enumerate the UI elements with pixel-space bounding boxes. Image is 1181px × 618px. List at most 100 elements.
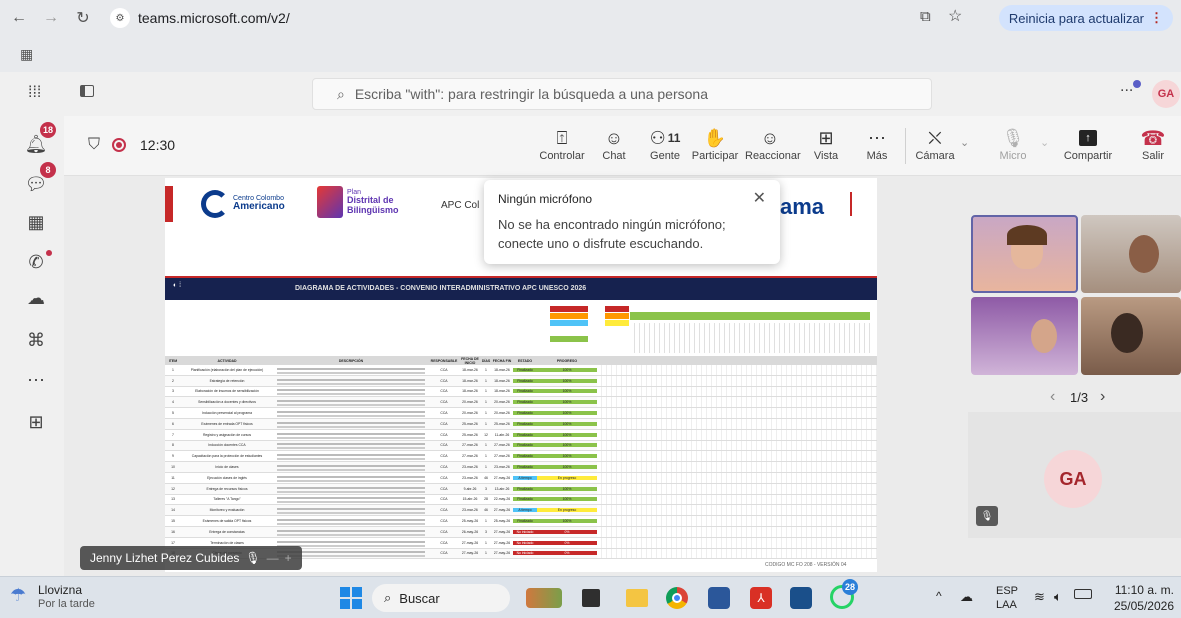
app-launcher-icon[interactable]: ⁞⁞⁞ [28, 84, 41, 102]
address-bar[interactable]: ⚙ teams.microsoft.com/v2/ [110, 5, 290, 31]
recording-icon [112, 138, 126, 152]
table-row: 4 Sensibilización a docentes y directivos… [165, 397, 877, 409]
tray-chevron-icon[interactable]: ^ [936, 589, 942, 603]
participant-video-tile[interactable] [1081, 297, 1181, 375]
taskbar-search[interactable]: ⌕ Buscar [372, 584, 510, 612]
search-input[interactable]: ⌕ Escriba "with": para restringir la bús… [312, 78, 932, 110]
update-browser-button[interactable]: Reinicia para actualizar ⋮ [998, 5, 1173, 31]
view-button[interactable]: ⊞ Vista [801, 126, 851, 163]
table-cell-resp: CCA [440, 454, 448, 459]
table-cell-estado: Finalizado [513, 432, 537, 437]
add-apps-icon[interactable]: ⊞ [22, 408, 50, 436]
mic-off-icon: 🎙︎ [1001, 127, 1025, 148]
onedrive-icon[interactable]: ☁ [22, 284, 50, 312]
forward-icon[interactable]: → [38, 5, 64, 31]
mic-button[interactable]: 🎙︎ Micro [988, 126, 1038, 163]
task-view-icon[interactable] [582, 589, 600, 607]
lang-line1[interactable]: ESP [996, 585, 1018, 597]
minimize-icon[interactable]: — [267, 551, 279, 565]
table-cell-dias: 1 [485, 443, 487, 448]
page-prev-icon[interactable]: ‹ [1050, 388, 1055, 406]
table-cell-act: Ejecución clases de inglés [207, 475, 247, 480]
copilot-icon[interactable]: ⌘ [22, 326, 50, 354]
lang-line2[interactable]: LAA [996, 599, 1017, 611]
table-cell-prog: 100% [537, 497, 597, 502]
chat-label: Chat [602, 150, 626, 162]
store-icon[interactable] [790, 587, 812, 609]
dialog-close-icon[interactable]: ✕ [753, 188, 766, 208]
participant-video-tile[interactable] [971, 215, 1078, 293]
page-next-icon[interactable]: › [1100, 388, 1105, 406]
participant-video-tile[interactable] [1081, 215, 1181, 293]
expand-icon[interactable]: + [285, 551, 292, 565]
more-button[interactable]: ⋯ Más [852, 126, 902, 163]
table-cell-resp: CCA [440, 411, 448, 416]
people-label: Gente [650, 150, 680, 162]
chat-button[interactable]: ☺ Chat [589, 126, 639, 163]
table-cell-ini: 25-mar-26 [462, 421, 478, 426]
clock-date[interactable]: 25/05/2026 [1108, 599, 1174, 613]
hang-up-icon: ☎ [1140, 127, 1166, 150]
more-options-icon[interactable]: ... [1120, 78, 1133, 96]
back-icon[interactable]: ← [6, 5, 32, 31]
file-explorer-icon[interactable] [626, 589, 648, 607]
table-row: 9 Capacitación para la protección de estu… [165, 451, 877, 463]
camera-options-chevron-icon[interactable]: ⌄ [960, 136, 969, 149]
table-header-cell: DESCRIPCIÓN [338, 358, 364, 363]
reload-icon[interactable]: ↻ [70, 5, 96, 31]
wifi-icon[interactable]: ≋ [1034, 589, 1045, 605]
table-cell-resp: CCA [440, 551, 448, 556]
table-cell-desc [273, 387, 429, 396]
table-row: 5 Inducción presencial al programa CCA 20-m… [165, 408, 877, 419]
control-button[interactable]: ⍐ Controlar [537, 126, 587, 163]
camera-button[interactable]: ⛌ Cámara [910, 126, 960, 163]
table-cell-desc [273, 528, 429, 536]
share-button[interactable]: ↑ Compartir [1060, 126, 1116, 162]
raise-hand-button[interactable]: ✋ Participar [690, 126, 740, 163]
share-icon: ↑ [1079, 130, 1097, 146]
apps-grid-icon[interactable]: ▦ [20, 46, 33, 63]
table-cell-dias: 1 [485, 454, 487, 459]
table-cell-item: 8 [172, 443, 174, 448]
acrobat-icon[interactable]: ⅄ [750, 587, 772, 609]
table-cell-act: Entrega de recursos físicos [206, 486, 248, 491]
people-button[interactable]: ⚇ 11 Gente [640, 126, 690, 163]
tray-app-icon[interactable]: ☁ [960, 589, 973, 605]
site-info-icon[interactable]: ⚙ [110, 8, 130, 28]
mic-options-chevron-icon[interactable]: ⌄ [1040, 136, 1049, 149]
table-cell-prog: 100% [537, 367, 597, 372]
people-icon: ⚇ [649, 127, 666, 148]
user-avatar[interactable]: GA [1152, 80, 1180, 108]
clock-time[interactable]: 11:10 a. m. [1108, 583, 1174, 597]
table-cell-ini: 18-mar-26 [462, 378, 478, 383]
gantt-bar-cell [597, 516, 877, 526]
table-cell-estado: Finalizado [513, 519, 537, 524]
table-header-cell: ESTADO [517, 358, 533, 363]
camera-off-icon: ⛌ [928, 127, 942, 148]
whatsapp-badge: 28 [842, 579, 859, 595]
more-apps-icon[interactable]: ⋯ [22, 366, 50, 394]
table-header-cell: ACTIVIDAD [217, 358, 237, 363]
table-cell-estado: Finalizado [513, 443, 537, 448]
table-cell-ini: 20-mar-26 [462, 411, 478, 416]
calendar-icon[interactable]: ▦ [22, 208, 50, 236]
volume-icon[interactable]: 🔈︎ [1054, 589, 1062, 605]
table-cell-fin: 23-mar-26 [494, 465, 510, 470]
cast-icon[interactable]: ⧉ [920, 8, 931, 25]
start-icon[interactable] [340, 587, 362, 609]
battery-icon[interactable] [1074, 589, 1092, 599]
chrome-icon[interactable] [666, 587, 688, 609]
shield-icon: ⛉ [88, 136, 101, 153]
gantt-bar-cell [597, 365, 877, 375]
calls-alert-dot [46, 250, 52, 256]
table-cell-estado: Finalizado [513, 465, 537, 470]
react-button[interactable]: ☺ Reaccionar [745, 126, 801, 163]
table-cell-item: 2 [172, 378, 174, 383]
leave-button[interactable]: ☎ Salir [1128, 126, 1178, 163]
bookmark-star-icon[interactable]: ☆ [948, 6, 962, 26]
sidebar-toggle-icon[interactable] [80, 85, 94, 97]
table-row: 10 Inicio de clases CCA 23-mar-26 1 23-mar-26… [165, 462, 877, 473]
table-cell-ini: 27-may-26 [461, 540, 479, 545]
word-icon[interactable] [708, 587, 730, 609]
participant-video-tile[interactable] [971, 297, 1078, 375]
